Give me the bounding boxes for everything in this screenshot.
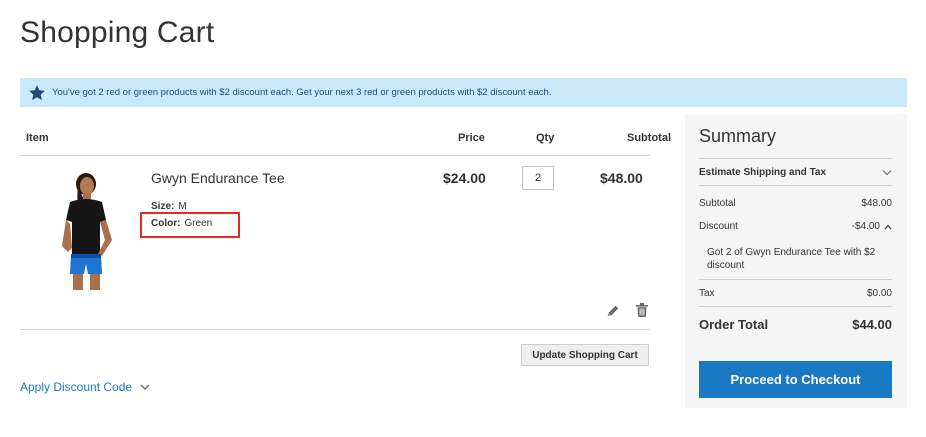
estimate-shipping-toggle[interactable]: Estimate Shipping and Tax — [699, 158, 892, 186]
edit-icon[interactable] — [606, 304, 620, 318]
summary-discount-row[interactable]: Discount -$4.00 — [699, 221, 892, 232]
order-total-label: Order Total — [699, 317, 769, 332]
color-highlight-box — [140, 212, 240, 238]
summary-divider — [699, 306, 892, 307]
apply-discount-label: Apply Discount Code — [20, 380, 133, 394]
order-total-row: Order Total $44.00 — [699, 317, 892, 332]
chevron-up-icon[interactable] — [884, 224, 892, 230]
product-image[interactable] — [50, 170, 122, 290]
apply-discount-toggle[interactable]: Apply Discount Code — [20, 380, 150, 394]
order-total-value: $44.00 — [852, 317, 892, 332]
summary-subtotal-label: Subtotal — [699, 198, 736, 209]
header-item: Item — [26, 132, 49, 144]
header-subtotal: Subtotal — [627, 132, 671, 144]
summary-tax-row: Tax $0.00 — [699, 288, 892, 299]
summary-title: Summary — [699, 126, 777, 146]
estimate-shipping-label: Estimate Shipping and Tax — [699, 166, 827, 178]
trash-icon[interactable] — [636, 303, 648, 317]
update-cart-button[interactable]: Update Shopping Cart — [521, 344, 649, 366]
option-size-label: Size: — [151, 201, 175, 212]
promo-notice-text: You've got 2 red or green products with … — [52, 87, 552, 98]
discount-detail: Got 2 of Gwyn Endurance Tee with $2 disc… — [699, 238, 892, 280]
summary-discount-value: -$4.00 — [851, 221, 880, 232]
item-price: $24.00 — [443, 170, 486, 186]
option-size-value: M — [178, 201, 187, 212]
cart-item-row: Gwyn Endurance Tee Size: M Color: Green $2… — [20, 156, 650, 330]
product-name-link[interactable]: Gwyn Endurance Tee — [151, 170, 285, 186]
cart-table-header: Item Price Qty Subtotal — [20, 118, 671, 156]
chevron-down-icon — [140, 384, 150, 390]
promo-notice: You've got 2 red or green products with … — [20, 78, 907, 107]
summary-discount-value-wrap: -$4.00 — [852, 221, 892, 232]
summary-subtotal-row: Subtotal $48.00 — [699, 198, 892, 209]
summary-subtotal-value: $48.00 — [861, 198, 892, 209]
summary-tax-value: $0.00 — [866, 288, 892, 299]
cart-table: Item Price Qty Subtotal Gwyn Endurance T — [20, 118, 671, 366]
proceed-to-checkout-button[interactable]: Proceed to Checkout — [699, 361, 892, 398]
header-price: Price — [458, 132, 485, 144]
chevron-down-icon — [882, 169, 892, 175]
item-subtotal: $48.00 — [600, 170, 643, 186]
header-qty: Qty — [536, 132, 555, 144]
summary-tax-label: Tax — [699, 288, 715, 299]
star-icon — [29, 84, 45, 100]
page-title: Shopping Cart — [20, 16, 215, 49]
qty-input[interactable]: 2 — [522, 166, 554, 190]
summary-discount-label: Discount — [699, 221, 738, 232]
order-summary: Summary Estimate Shipping and Tax Subtot… — [685, 114, 907, 408]
option-size: Size: M — [151, 201, 187, 212]
